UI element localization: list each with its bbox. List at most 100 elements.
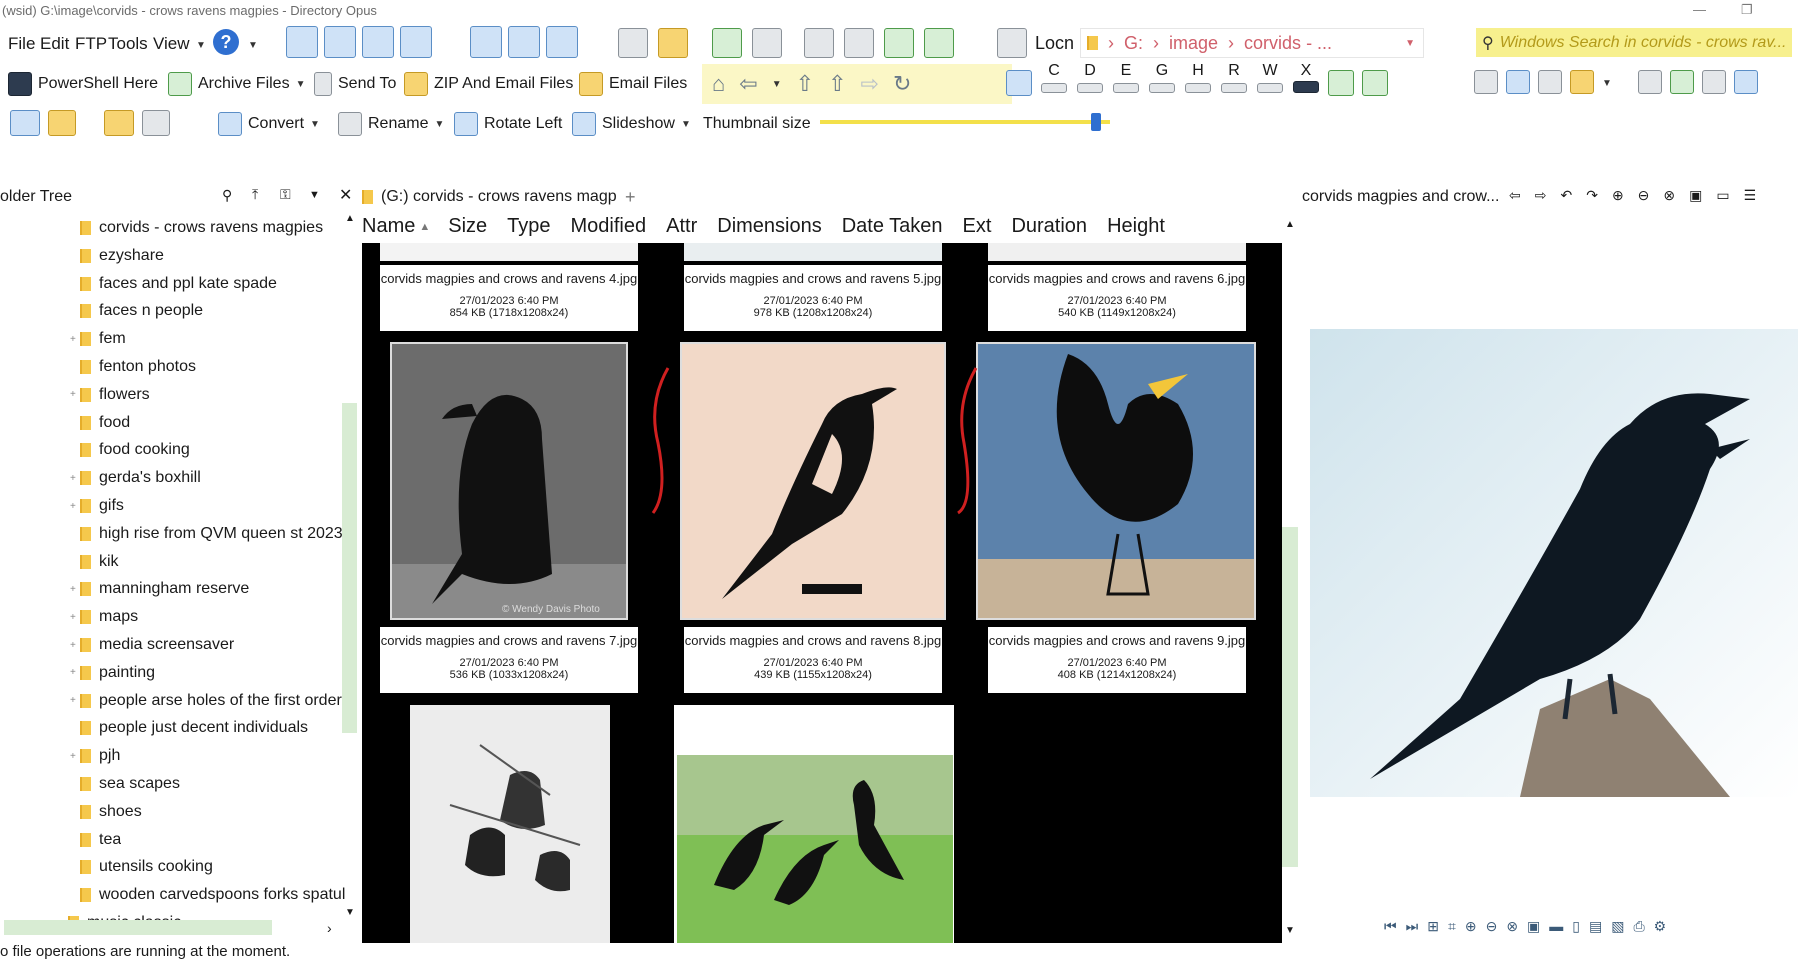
screen-icon[interactable] <box>10 110 40 136</box>
breadcrumb-drive[interactable]: G: <box>1124 33 1143 54</box>
chevron-down-icon[interactable]: ▼ <box>248 40 258 51</box>
breadcrumb-image[interactable]: image <box>1169 33 1218 54</box>
chevron-down-icon[interactable]: ▼ <box>196 40 206 51</box>
drive-g[interactable]: G <box>1148 62 1176 98</box>
tree-item[interactable]: high rise from QVM queen st 2023 <box>80 520 343 548</box>
tree-hscrollbar-thumb[interactable] <box>4 920 272 935</box>
zip-email-button[interactable]: ZIP And Email Files <box>404 72 573 96</box>
customize-icon[interactable] <box>1538 70 1562 94</box>
select-icon[interactable]: ⊞ <box>1427 918 1439 935</box>
breadcrumb[interactable]: › G: › image › corvids - ... ▼ <box>1080 28 1424 58</box>
expand-icon[interactable]: + <box>70 612 76 623</box>
parent-icon[interactable]: ⇧ <box>828 71 846 97</box>
col-date-taken[interactable]: Date Taken <box>842 215 963 243</box>
tree-scrollbar-thumb[interactable] <box>342 403 357 733</box>
delete-folder-icon[interactable] <box>658 28 688 58</box>
tree-item[interactable]: people just decent individuals <box>80 714 308 742</box>
dual-vertical-icon[interactable] <box>508 26 540 58</box>
tree-item[interactable]: ezyshare <box>80 242 164 270</box>
breadcrumb-current[interactable]: corvids - ... <box>1244 33 1332 54</box>
fit-icon[interactable]: ▣ <box>1689 187 1702 204</box>
tree-item[interactable]: corvids - crows ravens magpies <box>80 214 324 242</box>
script-icon[interactable] <box>48 110 76 136</box>
thumbnail-metal-bird[interactable] <box>976 342 1256 620</box>
layouts-icon[interactable] <box>1701 70 1726 94</box>
restore-icon[interactable]: ❐ <box>1741 2 1753 18</box>
drive-c[interactable]: C <box>1040 62 1068 98</box>
file-caption[interactable]: corvids magpies and crows and ravens 4.j… <box>380 265 638 331</box>
menu-view[interactable]: View <box>153 34 190 54</box>
thumbnail-magpies-grass[interactable] <box>674 705 954 943</box>
zoom-fit-icon[interactable]: ⊗ <box>1506 918 1518 935</box>
chevron-down-icon[interactable]: ▼ <box>1602 78 1612 94</box>
forward-icon[interactable]: ⇨ <box>861 71 879 97</box>
expand-icon[interactable]: + <box>70 695 76 706</box>
zoom-out-icon[interactable]: ⊖ <box>1638 187 1650 204</box>
search-input[interactable]: Windows Search in corvids - crows rav... <box>1500 34 1787 52</box>
scroll-up-icon[interactable]: ▲ <box>345 213 355 224</box>
menu-ftp[interactable]: FTP <box>75 34 107 54</box>
thumbnail-partial[interactable] <box>684 243 942 261</box>
archive-files-button[interactable]: Archive Files ▼ <box>168 72 305 96</box>
file-scrollbar-thumb[interactable] <box>1282 527 1298 867</box>
thumbnail-size-slider[interactable] <box>820 113 1110 131</box>
rename-button[interactable]: Rename ▼ <box>338 112 444 136</box>
rotate-right-icon[interactable]: ↷ <box>1586 187 1598 204</box>
folder-options-icon[interactable] <box>1570 70 1594 94</box>
expand-icon[interactable]: + <box>70 334 76 345</box>
tree-item[interactable]: fenton photos <box>80 353 196 381</box>
expand-icon[interactable]: + <box>70 667 76 678</box>
first-icon[interactable]: ⏮ <box>1384 918 1397 935</box>
image-icon[interactable]: ▧ <box>1611 918 1624 935</box>
col-size[interactable]: Size <box>448 215 507 243</box>
scroll-down-icon[interactable]: ▼ <box>1285 925 1295 936</box>
col-modified[interactable]: Modified <box>571 215 667 243</box>
add-tab-icon[interactable]: + <box>625 187 636 208</box>
tree-item[interactable]: + fem <box>70 325 126 353</box>
powershell-button[interactable]: PowerShell Here <box>8 72 158 96</box>
film-icon[interactable]: ▤ <box>1589 918 1602 935</box>
tree-item[interactable]: + pjh <box>70 742 120 770</box>
close-icon[interactable]: ✕ <box>339 185 352 205</box>
folder-sync-icon[interactable] <box>104 110 134 136</box>
chevron-down-icon[interactable]: ▼ <box>296 79 306 90</box>
tree-item[interactable]: + media screensaver <box>70 631 234 659</box>
send-to-button[interactable]: Send To <box>314 72 396 96</box>
col-attr[interactable]: Attr <box>666 215 717 243</box>
gear-icon[interactable] <box>1733 70 1758 94</box>
tab-current-folder[interactable]: (G:) corvids - crows ravens magpies + <box>362 183 636 211</box>
tree-item[interactable]: + manningham reserve <box>70 575 249 603</box>
pin-icon[interactable]: ⤒ <box>252 186 258 203</box>
tree-item[interactable]: shoes <box>80 798 142 826</box>
drive-h[interactable]: H <box>1184 62 1212 98</box>
dual-horizontal-icon[interactable] <box>470 26 502 58</box>
tree-item[interactable]: tea <box>80 826 121 854</box>
tree-item[interactable]: utensils cooking <box>80 853 213 881</box>
compare-icon[interactable] <box>1669 70 1694 94</box>
chevron-down-icon[interactable]: ▼ <box>1405 38 1415 49</box>
rotate-left-button[interactable]: Rotate Left <box>454 112 562 136</box>
thumbnail-magpie-silhouette[interactable] <box>680 342 946 620</box>
thumbnail-partial[interactable] <box>988 243 1246 261</box>
find-icon[interactable] <box>142 110 170 136</box>
preview-image[interactable] <box>1310 329 1798 797</box>
zoom-reset-icon[interactable]: ⊗ <box>1663 187 1675 204</box>
tree-item[interactable]: food cooking <box>80 436 190 464</box>
tree-item[interactable]: + painting <box>70 659 155 687</box>
tree-item[interactable]: + maps <box>70 603 138 631</box>
last-icon[interactable]: ⏭ <box>1406 918 1419 935</box>
network-icon[interactable] <box>1328 70 1354 96</box>
drive-w[interactable]: W <box>1256 62 1284 98</box>
print-icon[interactable]: ⎙ <box>1633 918 1644 935</box>
preferences-icon[interactable] <box>1506 70 1530 94</box>
gear-icon[interactable]: ⚙ <box>1654 918 1667 935</box>
file-caption[interactable]: corvids magpies and crows and ravens 9.j… <box>988 627 1246 693</box>
chevron-down-icon[interactable]: ▼ <box>434 119 444 130</box>
expand-icon[interactable]: + <box>70 389 76 400</box>
expand-icon[interactable]: + <box>70 640 76 651</box>
drive-windows-icon[interactable] <box>1006 70 1032 96</box>
chevron-down-icon[interactable]: ▼ <box>310 119 320 130</box>
tree-item[interactable]: faces n people <box>80 297 203 325</box>
file-caption[interactable]: corvids magpies and crows and ravens 5.j… <box>684 265 942 331</box>
menu-tools[interactable]: Tools <box>108 34 148 54</box>
